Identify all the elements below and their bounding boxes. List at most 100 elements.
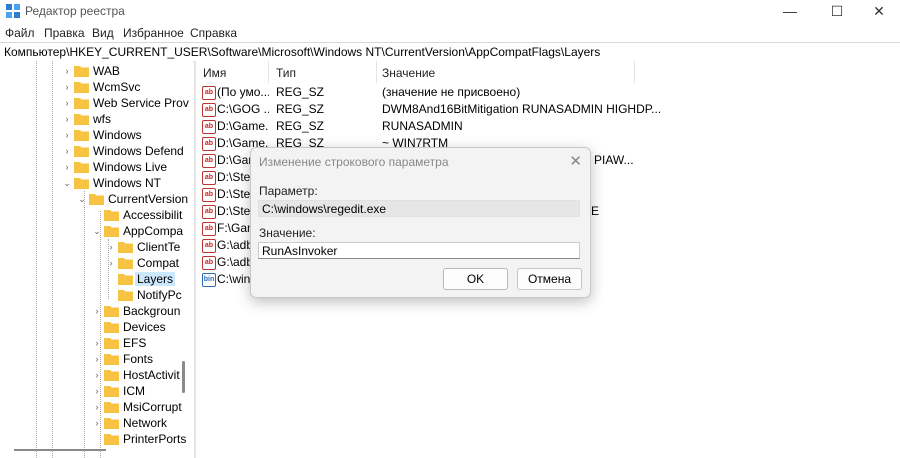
column-divider[interactable] [376, 61, 377, 83]
cell-value: PIAW... [594, 153, 634, 167]
tree-item-label: WAB [93, 64, 120, 78]
cell-type: REG_SZ [276, 119, 325, 133]
ok-button[interactable]: OK [443, 268, 508, 290]
tree-horizontal-scrollbar[interactable] [14, 449, 106, 451]
column-header-value[interactable]: Значение [382, 66, 435, 80]
folder-open-icon [89, 194, 104, 205]
chevron-right-icon[interactable]: › [62, 111, 72, 127]
folder-icon [74, 162, 89, 173]
column-header-name[interactable]: Имя [203, 66, 226, 80]
cancel-button[interactable]: Отмена [517, 268, 582, 290]
column-header-type[interactable]: Тип [276, 66, 296, 80]
tree-item-label: Web Service Prov [93, 96, 189, 110]
chevron-right-icon[interactable]: › [62, 127, 72, 143]
menu-help[interactable]: Справка [190, 26, 237, 40]
folder-icon [104, 354, 119, 365]
chevron-down-icon[interactable]: ⌄ [77, 191, 87, 207]
tree-item-label: Compat [137, 256, 180, 270]
minimize-button[interactable]: — [768, 0, 812, 22]
tree-item-label: AppCompa [123, 224, 184, 238]
tree-item-label: Windows NT [93, 176, 162, 190]
maximize-button[interactable]: ☐ [815, 0, 859, 22]
chevron-down-icon[interactable]: ⌄ [62, 175, 72, 191]
chevron-right-icon[interactable]: › [106, 239, 116, 255]
chevron-right-icon[interactable]: › [62, 95, 72, 111]
folder-icon [118, 258, 133, 269]
window-title: Редактор реестра [25, 4, 125, 18]
cell-name: C:\GOG ... [217, 102, 269, 116]
tree-item-label: WcmSvc [93, 80, 141, 94]
chevron-right-icon[interactable]: › [92, 383, 102, 399]
string-value-icon: ab [202, 171, 216, 185]
tree-item-label: Windows Live [93, 160, 168, 174]
chevron-right-icon[interactable]: › [106, 255, 116, 271]
tree-item-label: CurrentVersion [108, 192, 189, 206]
tree-item-label: PrinterPorts [123, 432, 187, 446]
folder-icon [104, 418, 119, 429]
dialog-close-icon[interactable]: ✕ [569, 152, 582, 170]
list-header: Имя Тип Значение [196, 61, 900, 83]
folder-icon [104, 210, 119, 221]
tree-item-label: Layers [135, 272, 176, 286]
tree-item-label: Fonts [123, 352, 154, 366]
tree-guide [52, 61, 53, 458]
param-label: Параметр: [259, 184, 318, 198]
folder-icon [104, 322, 119, 333]
menu-file[interactable]: Файл [5, 26, 35, 40]
tree-item-label: Accessibilit [123, 208, 183, 222]
value-input[interactable]: RunAsInvoker [258, 242, 580, 259]
string-value-icon: ab [202, 154, 216, 168]
string-value-icon: ab [202, 188, 216, 202]
cell-value: E [591, 204, 600, 218]
chevron-right-icon[interactable]: › [92, 415, 102, 431]
chevron-right-icon[interactable]: › [92, 399, 102, 415]
title-bar: Редактор реестра — ☐ ✕ [0, 0, 900, 22]
chevron-right-icon[interactable]: › [62, 63, 72, 79]
chevron-right-icon[interactable]: › [92, 367, 102, 383]
menu-view[interactable]: Вид [92, 26, 114, 40]
string-value-icon: ab [202, 103, 216, 117]
cell-type: REG_SZ [276, 102, 325, 116]
chevron-right-icon[interactable]: › [92, 303, 102, 319]
folder-icon [104, 338, 119, 349]
tree-item-label: Windows Defend [93, 144, 184, 158]
param-field: C:\windows\regedit.exe [258, 200, 580, 217]
key-tree[interactable]: › WAB › WcmSvc › Web Service Prov › wfs › Win… [0, 61, 193, 458]
menu-edit[interactable]: Правка [44, 26, 85, 40]
chevron-right-icon[interactable]: › [62, 143, 72, 159]
chevron-right-icon[interactable]: › [62, 79, 72, 95]
folder-icon [74, 130, 89, 141]
table-row[interactable]: ab C:\GOG ... REG_SZ DWM8And16BitMitigation… [196, 101, 900, 118]
column-divider[interactable] [634, 61, 635, 83]
table-row[interactable]: ab (По умо... REG_SZ (значение не присвоено… [196, 84, 900, 101]
tree-item-label: Backgroun [123, 304, 181, 318]
address-bar[interactable]: Компьютер\HKEY_CURRENT_USER\Software\Mic… [0, 42, 900, 62]
tree-item-label: wfs [93, 112, 111, 126]
tree-vertical-scrollbar[interactable] [182, 361, 185, 393]
chevron-down-icon[interactable]: ⌄ [92, 223, 102, 239]
chevron-right-icon[interactable]: › [62, 159, 72, 175]
folder-icon [74, 114, 89, 125]
column-divider[interactable] [268, 61, 269, 83]
tree-item-label: Windows [93, 128, 142, 142]
tree-item-label: ICM [123, 384, 145, 398]
string-value-icon: ab [202, 222, 216, 236]
chevron-right-icon[interactable]: › [92, 351, 102, 367]
chevron-right-icon[interactable]: › [92, 335, 102, 351]
table-row[interactable]: abD:\Game... REG_SZ RUNASADMIN [196, 118, 900, 135]
cell-type: REG_SZ [276, 85, 325, 99]
cell-value: (значение не присвоено) [382, 85, 521, 99]
menu-favorites[interactable]: Избранное [123, 26, 184, 40]
folder-icon [104, 370, 119, 381]
close-button[interactable]: ✕ [857, 0, 900, 22]
address-path[interactable]: Компьютер\HKEY_CURRENT_USER\Software\Mic… [4, 45, 600, 59]
tree-item-label: EFS [123, 336, 147, 350]
cell-name: (По умо... [217, 85, 269, 99]
string-value-icon: ab [202, 86, 216, 100]
tree-item-label: MsiCorrupt [123, 400, 182, 414]
value-label: Значение: [259, 226, 316, 240]
